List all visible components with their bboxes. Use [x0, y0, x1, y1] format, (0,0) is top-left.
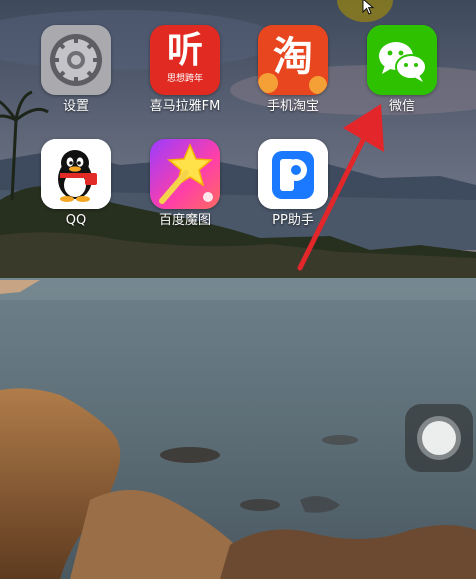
- assistive-touch-center: [422, 421, 456, 455]
- gear-icon: [41, 25, 111, 95]
- magic-wand-star-icon: [150, 139, 220, 209]
- mouse-pointer-icon: [362, 0, 376, 20]
- taobao-icon-text: 淘: [273, 34, 313, 80]
- penguin-icon: [41, 139, 111, 209]
- ximalaya-icon-text: 听: [166, 30, 203, 71]
- app-label: 设置: [62, 99, 89, 114]
- app-ximalaya[interactable]: 听 思想跨年 喜马拉雅FM: [140, 25, 230, 115]
- app-label: PP助手: [272, 213, 314, 228]
- app-settings[interactable]: 设置: [31, 25, 121, 115]
- ximalaya-icon: 听 思想跨年: [150, 25, 220, 95]
- ximalaya-icon-subtext: 思想跨年: [166, 74, 203, 84]
- app-wechat[interactable]: 微信: [357, 25, 447, 115]
- pp-icon: [258, 139, 328, 209]
- app-label: 喜马拉雅FM: [149, 99, 221, 114]
- app-label: 百度魔图: [158, 213, 211, 228]
- chat-bubbles-icon: [367, 25, 437, 95]
- taobao-icon: 淘: [258, 25, 328, 95]
- app-taobao[interactable]: 淘 手机淘宝: [248, 25, 338, 115]
- app-pp[interactable]: PP助手: [248, 139, 338, 229]
- app-label: QQ: [65, 213, 87, 228]
- app-label: 手机淘宝: [266, 99, 319, 114]
- app-baidu-magic[interactable]: 百度魔图: [140, 139, 230, 229]
- assistive-touch-icon[interactable]: [405, 404, 473, 472]
- app-qq[interactable]: QQ: [31, 139, 121, 229]
- app-label: 微信: [388, 99, 415, 114]
